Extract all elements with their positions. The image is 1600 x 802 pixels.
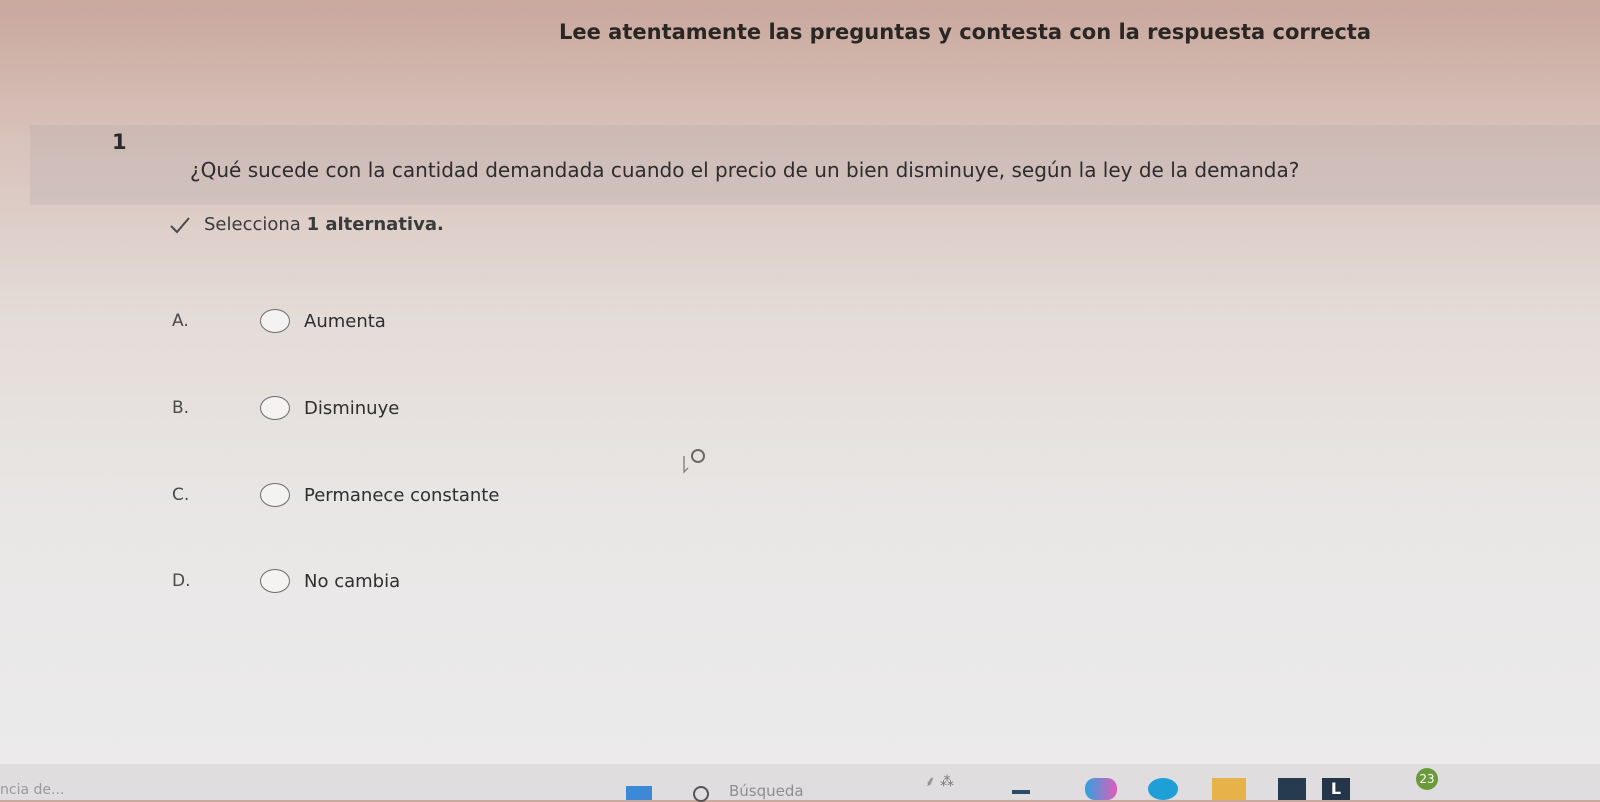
option-letter: A. <box>172 311 189 331</box>
checkmark-icon <box>170 216 190 233</box>
option-d[interactable]: D. No cambia <box>172 566 400 596</box>
option-label: No cambia <box>304 570 401 592</box>
app-l-icon[interactable]: L <box>1322 778 1350 800</box>
option-c[interactable]: C. Permanece constante <box>172 480 499 510</box>
question-text: ¿Qué sucede con la cantidad demandada cu… <box>190 158 1300 182</box>
option-letter: D. <box>172 571 191 591</box>
radio-button[interactable] <box>260 483 290 507</box>
loading-cursor-icon <box>683 449 705 474</box>
radio-button[interactable] <box>260 396 290 420</box>
option-label: Aumenta <box>304 310 386 332</box>
instruction: Selecciona 1 alternativa. <box>168 214 444 235</box>
widgets-icon[interactable]: ⸙ ⁂ <box>925 772 981 794</box>
task-view-icon[interactable] <box>1012 790 1030 794</box>
instruction-count: 1 alternativa. <box>306 214 444 235</box>
option-a[interactable]: A. Aumenta <box>172 306 386 336</box>
radio-button[interactable] <box>260 309 290 333</box>
option-label: Disminuye <box>304 397 400 419</box>
copilot-icon[interactable] <box>1085 778 1117 800</box>
edge-browser-icon[interactable] <box>1148 778 1178 800</box>
option-letter: B. <box>172 398 190 418</box>
store-icon[interactable] <box>1278 778 1306 800</box>
taskbar-left-text[interactable]: ncia de... <box>0 782 64 798</box>
question-number: 1 <box>112 130 127 154</box>
taskbar-search[interactable]: Búsqueda <box>729 782 804 800</box>
instruction-prefix: Selecciona <box>204 214 301 235</box>
option-letter: C. <box>172 485 190 505</box>
file-explorer-icon[interactable] <box>1212 778 1246 800</box>
option-b[interactable]: B. Disminuye <box>172 393 399 423</box>
notification-badge[interactable]: 23 <box>1416 768 1438 790</box>
page-title: Lee atentamente las preguntas y contesta… <box>559 20 1371 44</box>
radio-button[interactable] <box>260 569 290 593</box>
option-label: Permanece constante <box>304 484 500 506</box>
start-icon[interactable] <box>626 786 652 800</box>
